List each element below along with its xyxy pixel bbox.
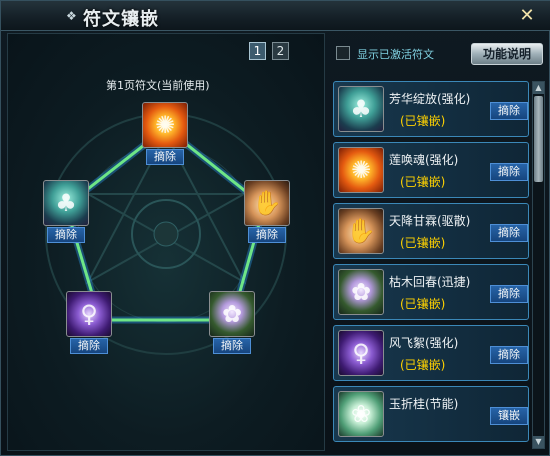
rune-status: (已镶嵌) [400,175,446,189]
rune-status: (已镶嵌) [400,297,446,311]
tree-icon[interactable]: ♣ [43,180,89,226]
rune-name: 莲唤魂(强化) [389,153,459,167]
scroll-thumb[interactable] [534,96,543,182]
inlay-button[interactable]: 镶嵌 [490,407,528,425]
window-title: 符文镶嵌 [83,9,159,30]
rune-name: 芳华绽放(强化) [389,92,471,106]
remove-button[interactable]: 摘除 [490,102,528,120]
list-item[interactable]: ♀ 风飞絮(强化) (已镶嵌) 摘除 [333,325,529,381]
list-item[interactable]: ♣ 芳华绽放(强化) (已镶嵌) 摘除 [333,81,529,137]
help-button[interactable]: 功能说明 [471,43,543,65]
blossom-icon[interactable]: ✿ [209,291,255,337]
rune-list-scrollbar[interactable]: ▲ ▼ [532,81,545,449]
spirit-icon: ♀ [338,330,384,376]
diamond-ornament-icon: ❖ [66,9,77,23]
remove-button[interactable]: 摘除 [490,285,528,303]
slot-bottom-right: ✿ 摘除 [209,291,255,354]
slot-bottom-left-remove-button[interactable]: 摘除 [70,338,108,354]
remove-button[interactable]: 摘除 [490,163,528,181]
pentagram-background [45,113,287,355]
remove-button[interactable]: 摘除 [490,346,528,364]
title-bar[interactable]: ❖ 符文镶嵌 ✕ [1,1,550,31]
list-item[interactable]: ✿ 枯木回春(迅捷) (已镶嵌) 摘除 [333,264,529,320]
tree-icon: ♣ [338,86,384,132]
page-label: 第1页符文(当前使用) [106,79,210,92]
slot-top: ✺ 摘除 [142,102,188,165]
page-tab-2[interactable]: 2 [272,42,289,60]
slot-top-remove-button[interactable]: 摘除 [146,149,184,165]
slot-right: ✋ 摘除 [244,180,290,243]
page-tab-1[interactable]: 1 [249,42,266,60]
rune-name: 玉折桂(节能) [389,397,459,411]
list-item[interactable]: ❀ 玉折桂(节能) 镶嵌 [333,386,529,442]
show-active-label: 显示已激活符文 [357,48,434,61]
scroll-up-arrow-icon[interactable]: ▲ [533,82,544,94]
rune-name: 枯木回春(迅捷) [389,275,471,289]
rune-status: (已镶嵌) [400,236,446,250]
slot-bottom-left: ♀ 摘除 [66,291,112,354]
slot-left: ♣ 摘除 [43,180,89,243]
slot-bottom-right-remove-button[interactable]: 摘除 [213,338,251,354]
spirit-icon[interactable]: ♀ [66,291,112,337]
slot-right-remove-button[interactable]: 摘除 [248,227,286,243]
rune-pentagon-panel: 1 2 第1页符文(当前使用) ✺ 摘除 ♣ 摘除 ✋ 摘除 ♀ 摘除 ✿ 摘除 [7,33,325,451]
rune-name: 风飞絮(强化) [389,336,459,350]
rune-status: (已镶嵌) [400,114,446,128]
leaf-icon: ❀ [338,391,384,437]
hand-icon[interactable]: ✋ [244,180,290,226]
rune-name: 天降甘霖(驱散) [389,214,471,228]
slot-left-remove-button[interactable]: 摘除 [47,227,85,243]
remove-button[interactable]: 摘除 [490,224,528,242]
scroll-down-arrow-icon[interactable]: ▼ [533,436,544,448]
list-item[interactable]: ✺ 莲唤魂(强化) (已镶嵌) 摘除 [333,142,529,198]
rune-list: ♣ 芳华绽放(强化) (已镶嵌) 摘除 ✺ 莲唤魂(强化) (已镶嵌) 摘除 ✋… [333,81,529,451]
lotus-icon: ✺ [338,147,384,193]
close-icon[interactable]: ✕ [517,6,537,26]
lotus-icon[interactable]: ✺ [142,102,188,148]
show-active-checkbox[interactable] [336,46,350,60]
list-item[interactable]: ✋ 天降甘霖(驱散) (已镶嵌) 摘除 [333,203,529,259]
rune-inlay-window: ❖ 符文镶嵌 ✕ 1 2 第1页符文(当前使用) ✺ 摘除 ♣ 摘除 ✋ 摘除 … [0,0,550,456]
hand-icon: ✋ [338,208,384,254]
rune-status: (已镶嵌) [400,358,446,372]
blossom-icon: ✿ [338,269,384,315]
